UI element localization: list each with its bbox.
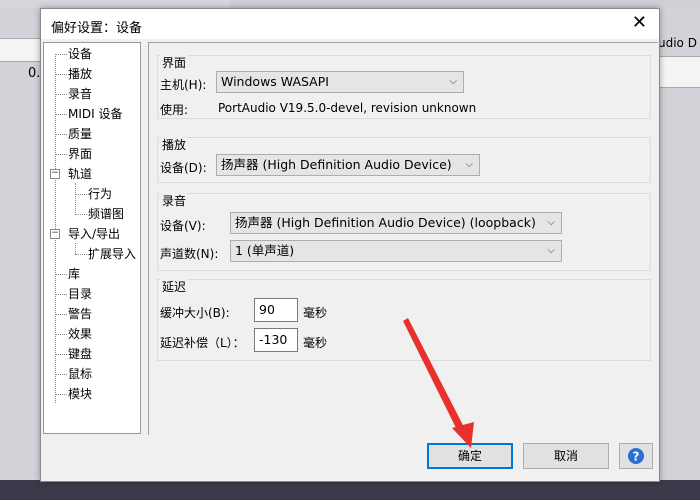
annotation-arrow-icon [403,318,474,448]
